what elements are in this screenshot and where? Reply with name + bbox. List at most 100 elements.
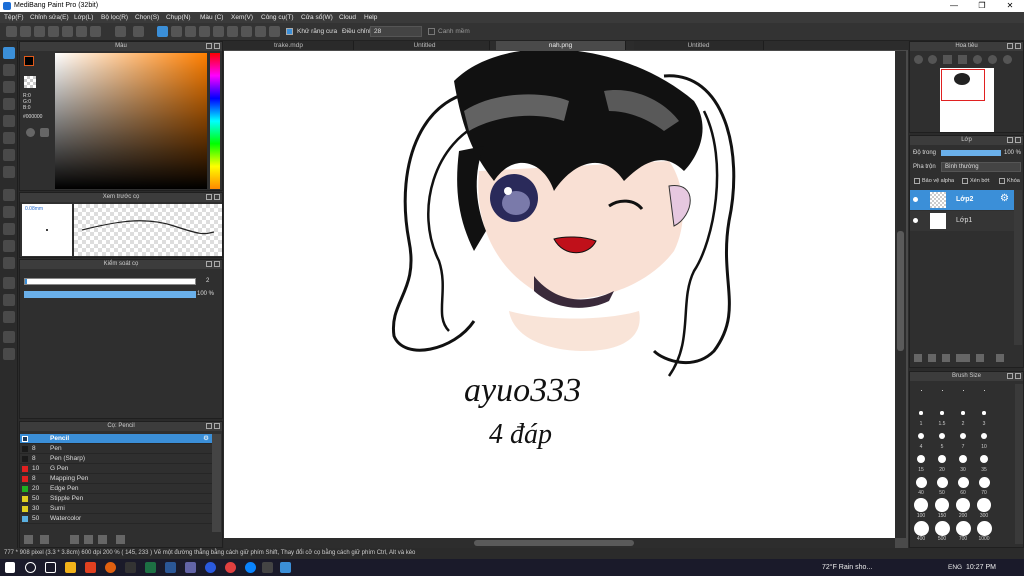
select-eraser-tool-icon[interactable] [3, 257, 15, 269]
panel-float-icon[interactable] [206, 423, 212, 429]
file-explorer-icon[interactable] [65, 562, 76, 573]
canvas-vertical-scrollbar[interactable] [895, 51, 906, 538]
snap-off-icon[interactable] [157, 26, 168, 37]
brush-list-scrollbar[interactable] [212, 434, 221, 532]
word-icon[interactable] [165, 562, 176, 573]
canvas[interactable]: ayuo333 4 đáp [224, 48, 895, 538]
actual-size-icon[interactable] [958, 55, 967, 64]
layer-opacity-slider[interactable] [941, 150, 1001, 156]
minimize-button[interactable]: — [940, 0, 968, 12]
language-indicator[interactable]: ENG [948, 564, 962, 571]
windows-start-icon[interactable] [5, 562, 15, 573]
folder-icon[interactable] [976, 354, 984, 362]
folder-icon[interactable] [84, 535, 93, 544]
snap-parallel-icon[interactable] [171, 26, 182, 37]
snap-curve-icon[interactable] [241, 26, 252, 37]
app-icon-2[interactable] [105, 562, 116, 573]
panel-close-icon[interactable] [1015, 137, 1021, 143]
brush-size-dot[interactable] [961, 411, 965, 415]
brush-size-dot[interactable] [955, 520, 971, 536]
brush-size-dot[interactable] [962, 389, 964, 391]
brush-size-dot[interactable] [941, 389, 943, 391]
brush-size-dot[interactable] [981, 433, 987, 439]
add-brush-icon[interactable] [24, 535, 33, 544]
duplicate-layer-icon[interactable] [996, 354, 1004, 362]
menu-view[interactable]: Xem(V) [231, 14, 253, 21]
clip-checkbox[interactable] [962, 178, 968, 184]
zoom-out-icon[interactable] [928, 55, 937, 64]
lasso-tool-icon[interactable] [3, 206, 15, 218]
brush-size-dot[interactable] [977, 498, 991, 512]
panel-float-icon[interactable] [206, 194, 212, 200]
menu-filter[interactable]: Bộ lọc(R) [101, 14, 128, 21]
brush-size-dot[interactable] [958, 454, 968, 464]
color-picker-square[interactable] [55, 53, 207, 189]
hand-tool-icon[interactable] [3, 348, 15, 360]
brush-size-dot[interactable] [957, 476, 969, 488]
snap-more-icon[interactable] [269, 26, 280, 37]
menu-help[interactable]: Help [364, 14, 377, 21]
brush-size-dot[interactable] [934, 520, 950, 536]
brush-item-pencil[interactable]: Pencil ⚙ [20, 434, 212, 444]
messenger-icon[interactable] [205, 562, 216, 573]
brush-size-dot[interactable] [979, 454, 989, 464]
crop-icon[interactable] [90, 26, 101, 37]
brush-item-sumi[interactable]: 30 Sumi [20, 504, 212, 514]
menu-window[interactable]: Cửa sổ(W) [301, 14, 333, 21]
chrome-icon[interactable] [225, 562, 236, 573]
brush-menu-icon[interactable] [40, 535, 49, 544]
brush-size-dot[interactable] [939, 433, 945, 439]
hue-slider[interactable] [210, 53, 220, 189]
move-tool-icon[interactable] [3, 115, 15, 127]
brush-size-dot[interactable] [960, 433, 966, 439]
brush-tool-icon[interactable] [3, 47, 15, 59]
brush-size-dot[interactable] [982, 411, 986, 415]
snap-radial-icon[interactable] [213, 26, 224, 37]
panel-close-icon[interactable] [214, 261, 220, 267]
brush-item-pen-sharp[interactable]: 8 Pen (Sharp) [20, 454, 212, 464]
eraser-tool-icon[interactable] [3, 64, 15, 76]
app-icon-5[interactable] [262, 562, 273, 573]
rotate-right-icon[interactable] [988, 55, 997, 64]
flip-icon[interactable] [1003, 55, 1012, 64]
rotate-left-icon[interactable] [973, 55, 982, 64]
brush-item-edge-pen[interactable]: 20 Edge Pen [20, 484, 212, 494]
weather-text[interactable]: 72°F Rain sho... [822, 564, 872, 571]
menu-layer[interactable]: Lớp(L) [74, 14, 93, 21]
new-halftone-layer-icon[interactable] [928, 354, 936, 362]
copy-brush-icon[interactable] [70, 535, 79, 544]
brush-size-scrollbar[interactable] [1015, 384, 1023, 544]
clock[interactable]: 10:27 PM [966, 564, 996, 571]
eye-icon[interactable] [913, 197, 918, 202]
excel-icon[interactable] [145, 562, 156, 573]
share-icon[interactable] [62, 26, 73, 37]
menu-color[interactable]: Màu (C) [200, 14, 223, 21]
panel-close-icon[interactable] [214, 43, 220, 49]
brush-size-dot[interactable] [914, 498, 928, 512]
brush-size-dot[interactable] [956, 498, 970, 512]
brush-size-dot[interactable] [978, 476, 990, 488]
panel-close-icon[interactable] [214, 194, 220, 200]
layer-row-lop2[interactable]: Lớp2 ⚙ [910, 190, 1014, 210]
gradient-tool-icon[interactable] [3, 166, 15, 178]
bucket-tool-icon[interactable] [3, 149, 15, 161]
trash-icon[interactable] [116, 535, 125, 544]
menu-tools[interactable]: Công cụ(T) [261, 14, 294, 21]
maximize-button[interactable]: ❐ [968, 0, 996, 12]
snap-vanish-icon[interactable] [199, 26, 210, 37]
foreground-color-swatch[interactable] [24, 56, 34, 66]
eye-icon[interactable] [913, 218, 918, 223]
add-layer-menu-icon[interactable] [956, 354, 970, 362]
snap-circle-icon[interactable] [227, 26, 238, 37]
select-pen-tool-icon[interactable] [3, 240, 15, 252]
app-icon-3[interactable] [125, 562, 136, 573]
layers-scrollbar[interactable] [1014, 190, 1022, 345]
transparent-swatch[interactable] [24, 76, 36, 88]
navigator-thumbnail[interactable] [940, 68, 994, 132]
eyedropper-tool-icon[interactable] [3, 311, 15, 323]
brush-size-slider[interactable] [24, 278, 196, 285]
magic-wand-tool-icon[interactable] [3, 223, 15, 235]
browser-icon[interactable] [245, 562, 256, 573]
panel-close-icon[interactable] [1015, 373, 1021, 379]
new-file-icon[interactable] [20, 26, 31, 37]
